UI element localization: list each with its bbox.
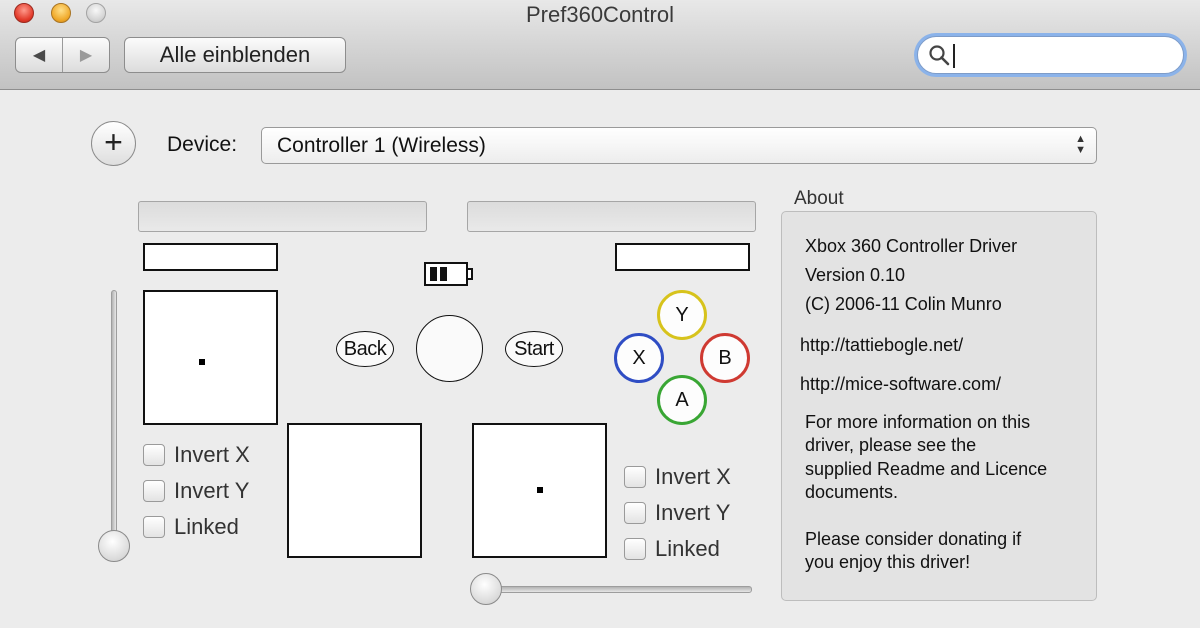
right-stick-position-dot bbox=[537, 487, 543, 493]
right-deadzone-slider[interactable] bbox=[484, 586, 752, 593]
donate-text-line: Please consider donating if bbox=[805, 529, 1022, 549]
back-arrow-icon: ◀ bbox=[32, 47, 46, 64]
info-text-line: documents. bbox=[805, 482, 899, 502]
checkbox-square[interactable] bbox=[143, 516, 165, 538]
checkbox-label: Invert X bbox=[655, 464, 731, 489]
show-all-button[interactable]: Alle einblenden bbox=[124, 37, 346, 73]
checkbox-square[interactable] bbox=[143, 444, 165, 466]
window-toolbar: Pref360Control ◀ ▶ Alle einblenden bbox=[0, 0, 1200, 90]
left-deadzone-slider-knob[interactable] bbox=[98, 530, 130, 562]
info-text-line: For more information on this bbox=[805, 412, 1031, 432]
checkbox-label: Linked bbox=[174, 514, 239, 539]
checkbox-label: Invert Y bbox=[655, 500, 731, 525]
right-bumper-indicator bbox=[615, 243, 750, 271]
left-stick-pad bbox=[143, 290, 278, 425]
right-invert-x-checkbox[interactable]: Invert X bbox=[624, 464, 731, 490]
y-button-indicator: Y bbox=[657, 290, 707, 340]
checkbox-square[interactable] bbox=[624, 466, 646, 488]
left-deadzone-slider[interactable] bbox=[111, 290, 117, 548]
info-text-line: supplied Readme and Licence bbox=[805, 459, 1048, 479]
device-select-value: Controller 1 (Wireless) bbox=[277, 134, 486, 157]
right-trigger-meter bbox=[467, 201, 756, 232]
add-device-button[interactable]: + bbox=[91, 121, 136, 166]
right-invert-y-checkbox[interactable]: Invert Y bbox=[624, 500, 730, 526]
checkbox-label: Invert Y bbox=[174, 478, 250, 503]
back-button[interactable]: ◀ bbox=[16, 38, 62, 72]
guide-button bbox=[416, 315, 483, 382]
x-button-indicator: X bbox=[614, 333, 664, 383]
start-controller-button: Start bbox=[505, 331, 563, 367]
right-stick-pad bbox=[472, 423, 607, 558]
about-heading: About bbox=[794, 188, 844, 209]
left-linked-checkbox[interactable]: Linked bbox=[143, 514, 239, 540]
about-panel: Xbox 360 Controller Driver Version 0.10 … bbox=[781, 211, 1097, 601]
select-arrows-icon: ▲ ▼ bbox=[1075, 133, 1086, 156]
checkbox-label: Linked bbox=[655, 536, 720, 561]
search-field[interactable] bbox=[917, 36, 1184, 74]
right-linked-checkbox[interactable]: Linked bbox=[624, 536, 720, 562]
left-stick-position-dot bbox=[199, 359, 205, 365]
search-input[interactable] bbox=[954, 41, 1169, 69]
driver-name: Xbox 360 Controller Driver bbox=[805, 236, 1018, 256]
window-title: Pref360Control bbox=[526, 2, 674, 27]
driver-version: Version 0.10 bbox=[805, 265, 906, 285]
device-label: Device: bbox=[167, 133, 238, 156]
checkbox-square[interactable] bbox=[143, 480, 165, 502]
left-invert-y-checkbox[interactable]: Invert Y bbox=[143, 478, 249, 504]
device-select[interactable]: Controller 1 (Wireless) ▲ ▼ bbox=[261, 127, 1097, 164]
forward-arrow-icon: ▶ bbox=[79, 47, 93, 64]
search-icon bbox=[929, 45, 950, 66]
forward-button[interactable]: ▶ bbox=[62, 38, 109, 72]
right-deadzone-slider-knob[interactable] bbox=[470, 573, 502, 605]
checkbox-square[interactable] bbox=[624, 502, 646, 524]
battery-icon bbox=[424, 262, 473, 286]
back-controller-button: Back bbox=[336, 331, 394, 367]
left-trigger-meter bbox=[138, 201, 427, 232]
left-bumper-indicator bbox=[143, 243, 278, 271]
nav-button-group: ◀ ▶ bbox=[15, 37, 110, 73]
checkbox-square[interactable] bbox=[624, 538, 646, 560]
donate-text-line: you enjoy this driver! bbox=[805, 552, 971, 572]
dpad-area bbox=[287, 423, 422, 558]
checkbox-label: Invert X bbox=[174, 442, 250, 467]
b-button-indicator: B bbox=[700, 333, 750, 383]
driver-copyright: (C) 2006-11 Colin Munro bbox=[805, 294, 1002, 314]
url-link-1[interactable]: http://tattiebogle.net/ bbox=[800, 335, 963, 356]
url-link-2[interactable]: http://mice-software.com/ bbox=[800, 374, 1001, 395]
info-text-line: driver, please see the bbox=[805, 435, 977, 455]
a-button-indicator: A bbox=[657, 375, 707, 425]
left-invert-x-checkbox[interactable]: Invert X bbox=[143, 442, 250, 468]
